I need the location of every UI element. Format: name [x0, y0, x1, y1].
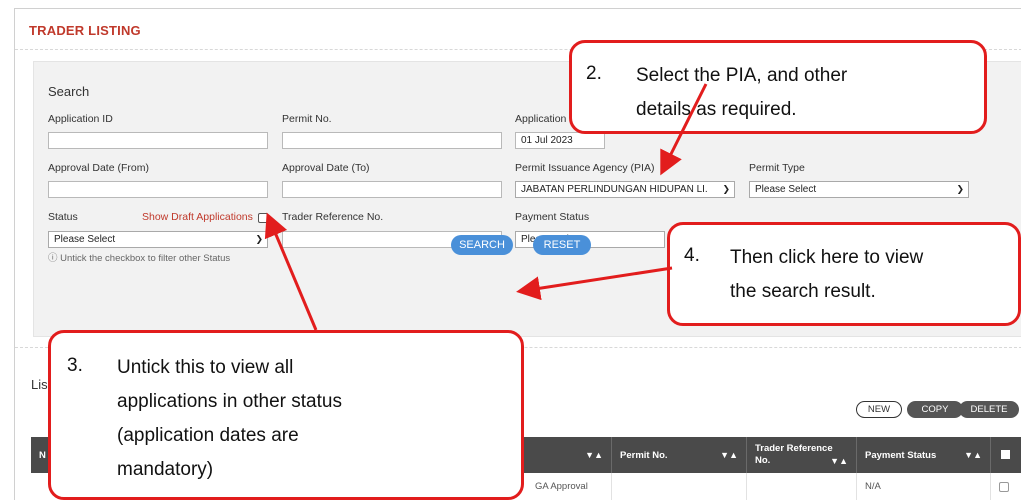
column-header-status[interactable]: ▼▲: [531, 437, 611, 473]
application-date-from-input[interactable]: 01 Jul 2023: [515, 132, 605, 149]
column-header-permit-no[interactable]: Permit No. ▼▲: [612, 437, 746, 473]
callout-3: 3. Untick this to view all applications …: [48, 330, 524, 500]
column-header-payment-status[interactable]: Payment Status ▼▲: [857, 437, 990, 473]
delete-button[interactable]: DELETE: [959, 401, 1019, 418]
pia-select[interactable]: JABATAN PERLINDUNGAN HIDUPAN LI. ❯: [515, 181, 735, 198]
column-header-permit-no-label: Permit No.: [620, 450, 668, 461]
row-divider: [611, 473, 612, 500]
status-hint-text: Untick the checkbox to filter other Stat…: [60, 253, 231, 264]
column-header-trader-reference-line1: Trader Reference: [755, 443, 833, 454]
sort-icon: ▼▲: [585, 450, 603, 460]
approval-from-label: Approval Date (From): [48, 162, 149, 174]
chevron-down-icon: ❯: [255, 234, 263, 244]
approval-to-label: Approval Date (To): [282, 162, 370, 174]
callout-4-line1: Then click here to view: [730, 247, 924, 268]
callout-2-number: 2.: [586, 63, 602, 84]
permit-no-input[interactable]: [282, 132, 502, 149]
search-heading: Search: [48, 84, 90, 99]
show-draft-checkbox[interactable]: [258, 213, 268, 223]
application-id-label: Application ID: [48, 113, 113, 125]
row-select-checkbox[interactable]: [999, 482, 1009, 492]
info-icon: ⓘ: [48, 253, 58, 264]
sort-icon: ▼▲: [964, 450, 982, 460]
permit-no-label: Permit No.: [282, 113, 332, 125]
callout-4: 4. Then click here to view the search re…: [667, 222, 1021, 326]
callout-2-line2: details as required.: [636, 99, 797, 120]
chevron-down-icon: ❯: [956, 184, 964, 194]
column-header-trader-reference-line2: No.: [755, 455, 771, 466]
status-select[interactable]: Please Select ❯: [48, 231, 268, 248]
application-date-label: Application: [515, 113, 567, 125]
sort-icon: ▼▲: [830, 456, 848, 466]
status-select-value: Please Select: [54, 234, 116, 245]
status-hint: ⓘ Untick the checkbox to filter other St…: [48, 250, 230, 264]
trader-reference-label: Trader Reference No.: [282, 211, 384, 223]
select-all-checkbox[interactable]: [1001, 450, 1010, 459]
sort-icon: ▼▲: [720, 450, 738, 460]
callout-4-line2: the search result.: [730, 281, 876, 302]
page-title: TRADER LISTING: [29, 23, 141, 38]
callout-3-line3: (application dates are: [117, 425, 299, 446]
approval-from-input[interactable]: [48, 181, 268, 198]
row-divider: [856, 473, 857, 500]
row-payment-status-cell: N/A: [865, 481, 881, 492]
column-header-first-label: N: [39, 450, 46, 461]
row-divider: [746, 473, 747, 500]
permit-type-label: Permit Type: [749, 162, 805, 174]
show-draft-applications-label[interactable]: Show Draft Applications: [142, 211, 253, 223]
row-divider: [990, 473, 991, 500]
approval-to-input[interactable]: [282, 181, 502, 198]
column-header-payment-status-label: Payment Status: [865, 450, 937, 461]
callout-3-number: 3.: [67, 355, 83, 376]
callout-2-line1: Select the PIA, and other: [636, 65, 848, 86]
row-status-cell: GA Approval: [535, 481, 588, 492]
listing-heading: Lis: [31, 377, 48, 392]
chevron-down-icon: ❯: [722, 184, 730, 194]
callout-3-line1: Untick this to view all: [117, 357, 294, 378]
callout-3-line2: applications in other status: [117, 391, 342, 412]
status-label: Status: [48, 211, 78, 223]
payment-status-label: Payment Status: [515, 211, 590, 223]
callout-3-line4: mandatory): [117, 459, 214, 480]
search-button[interactable]: SEARCH: [451, 235, 513, 255]
new-button[interactable]: NEW: [856, 401, 902, 418]
column-header-trader-reference[interactable]: Trader Reference No. ▼▲: [747, 437, 856, 473]
pia-select-value: JABATAN PERLINDUNGAN HIDUPAN LI.: [521, 184, 708, 195]
reset-button[interactable]: RESET: [533, 235, 591, 255]
application-id-input[interactable]: [48, 132, 268, 149]
pia-label: Permit Issuance Agency (PIA): [515, 162, 655, 174]
copy-button[interactable]: COPY: [907, 401, 963, 418]
permit-type-select-value: Please Select: [755, 184, 817, 195]
permit-type-select[interactable]: Please Select ❯: [749, 181, 969, 198]
callout-4-number: 4.: [684, 245, 700, 266]
callout-2: 2. Select the PIA, and other details as …: [569, 40, 987, 134]
column-header-select-all[interactable]: [991, 437, 1021, 473]
